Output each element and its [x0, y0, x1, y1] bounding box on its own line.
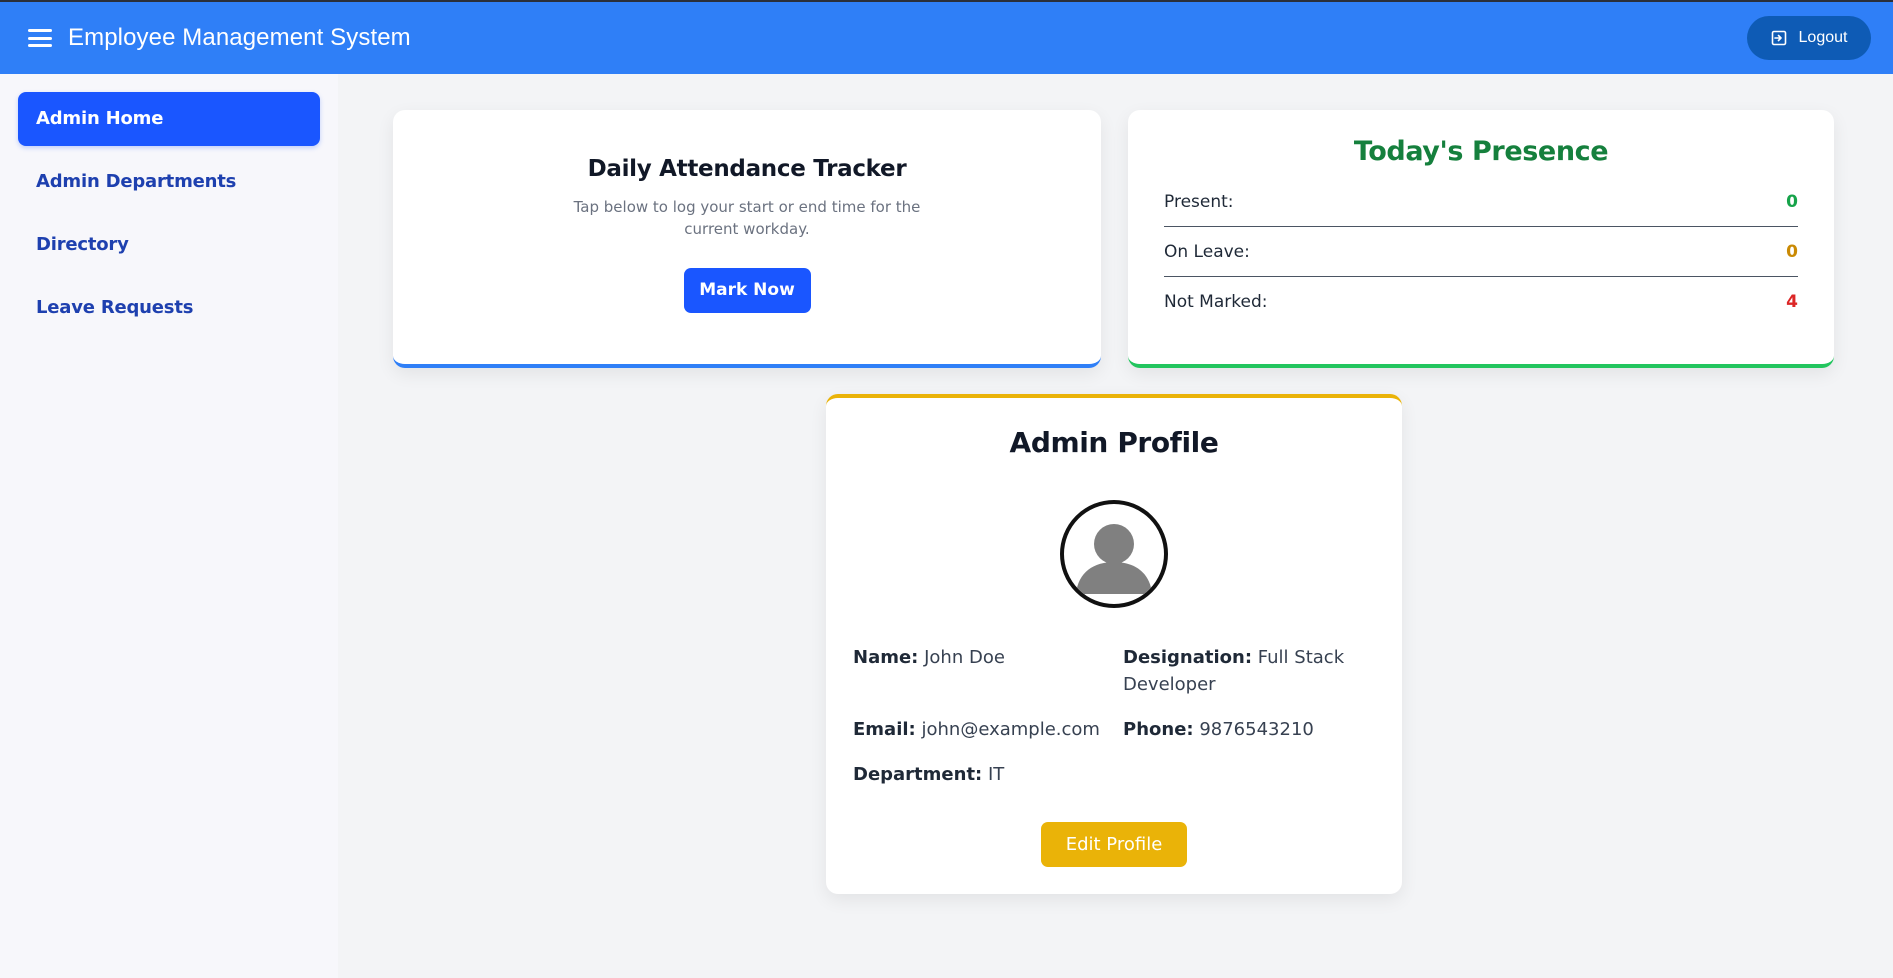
tracker-description: Tap below to log your start or end time …	[573, 198, 921, 238]
app-title: Employee Management System	[68, 24, 411, 51]
profile-department: Department: IT	[853, 761, 1113, 788]
logout-icon	[1771, 30, 1786, 46]
sidebar: Admin Home Admin Departments Directory L…	[0, 74, 338, 978]
present-count: 0	[1786, 191, 1798, 212]
field-value: 9876543210	[1199, 719, 1314, 740]
user-avatar-icon	[1060, 500, 1168, 608]
profile-email: Email: john@example.com	[853, 716, 1123, 743]
on-leave-count: 0	[1786, 241, 1798, 262]
presence-row-present: Present: 0	[1164, 177, 1798, 227]
presence-title: Today's Presence	[1353, 136, 1609, 167]
hamburger-menu-icon[interactable]	[28, 29, 52, 47]
field-label: Designation:	[1123, 647, 1253, 668]
sidebar-item-admin-home[interactable]: Admin Home	[18, 92, 320, 146]
profile-name: Name: John Doe	[853, 644, 1113, 671]
avatar-silhouette-icon	[1076, 524, 1152, 594]
not-marked-count: 4	[1786, 292, 1798, 312]
top-app-bar: Employee Management System Logout	[0, 0, 1893, 74]
field-label: Name:	[853, 647, 919, 668]
sidebar-item-directory[interactable]: Directory	[18, 218, 320, 272]
profile-designation: Designation: Full Stack Developer	[1123, 644, 1353, 698]
field-label: Email:	[853, 719, 916, 740]
attendance-tracker-card: Daily Attendance Tracker Tap below to lo…	[393, 110, 1101, 368]
logout-button[interactable]: Logout	[1747, 16, 1871, 60]
profile-phone: Phone: 9876543210	[1123, 716, 1363, 743]
profile-title: Admin Profile	[1009, 426, 1219, 459]
field-label: Phone:	[1123, 719, 1194, 740]
sidebar-item-leave-requests[interactable]: Leave Requests	[18, 281, 320, 335]
tracker-title: Daily Attendance Tracker	[587, 156, 907, 182]
field-label: Department:	[853, 764, 983, 785]
presence-label: On Leave:	[1164, 241, 1250, 262]
field-value: John Doe	[924, 647, 1005, 668]
field-value: IT	[987, 764, 1005, 785]
admin-profile-card: Admin Profile Name: John Doe Designation…	[826, 394, 1402, 894]
mark-now-button[interactable]: Mark Now	[683, 268, 811, 313]
presence-label: Not Marked:	[1164, 292, 1268, 312]
presence-row-on-leave: On Leave: 0	[1164, 227, 1798, 277]
logout-label: Logout	[1798, 29, 1848, 46]
presence-card: Today's Presence Present: 0 On Leave: 0 …	[1128, 110, 1834, 368]
edit-profile-button[interactable]: Edit Profile	[1041, 822, 1187, 867]
field-value: john@example.com	[921, 719, 1100, 740]
sidebar-item-admin-departments[interactable]: Admin Departments	[18, 155, 320, 209]
presence-label: Present:	[1164, 191, 1234, 212]
presence-row-not-marked: Not Marked: 4	[1164, 277, 1798, 327]
